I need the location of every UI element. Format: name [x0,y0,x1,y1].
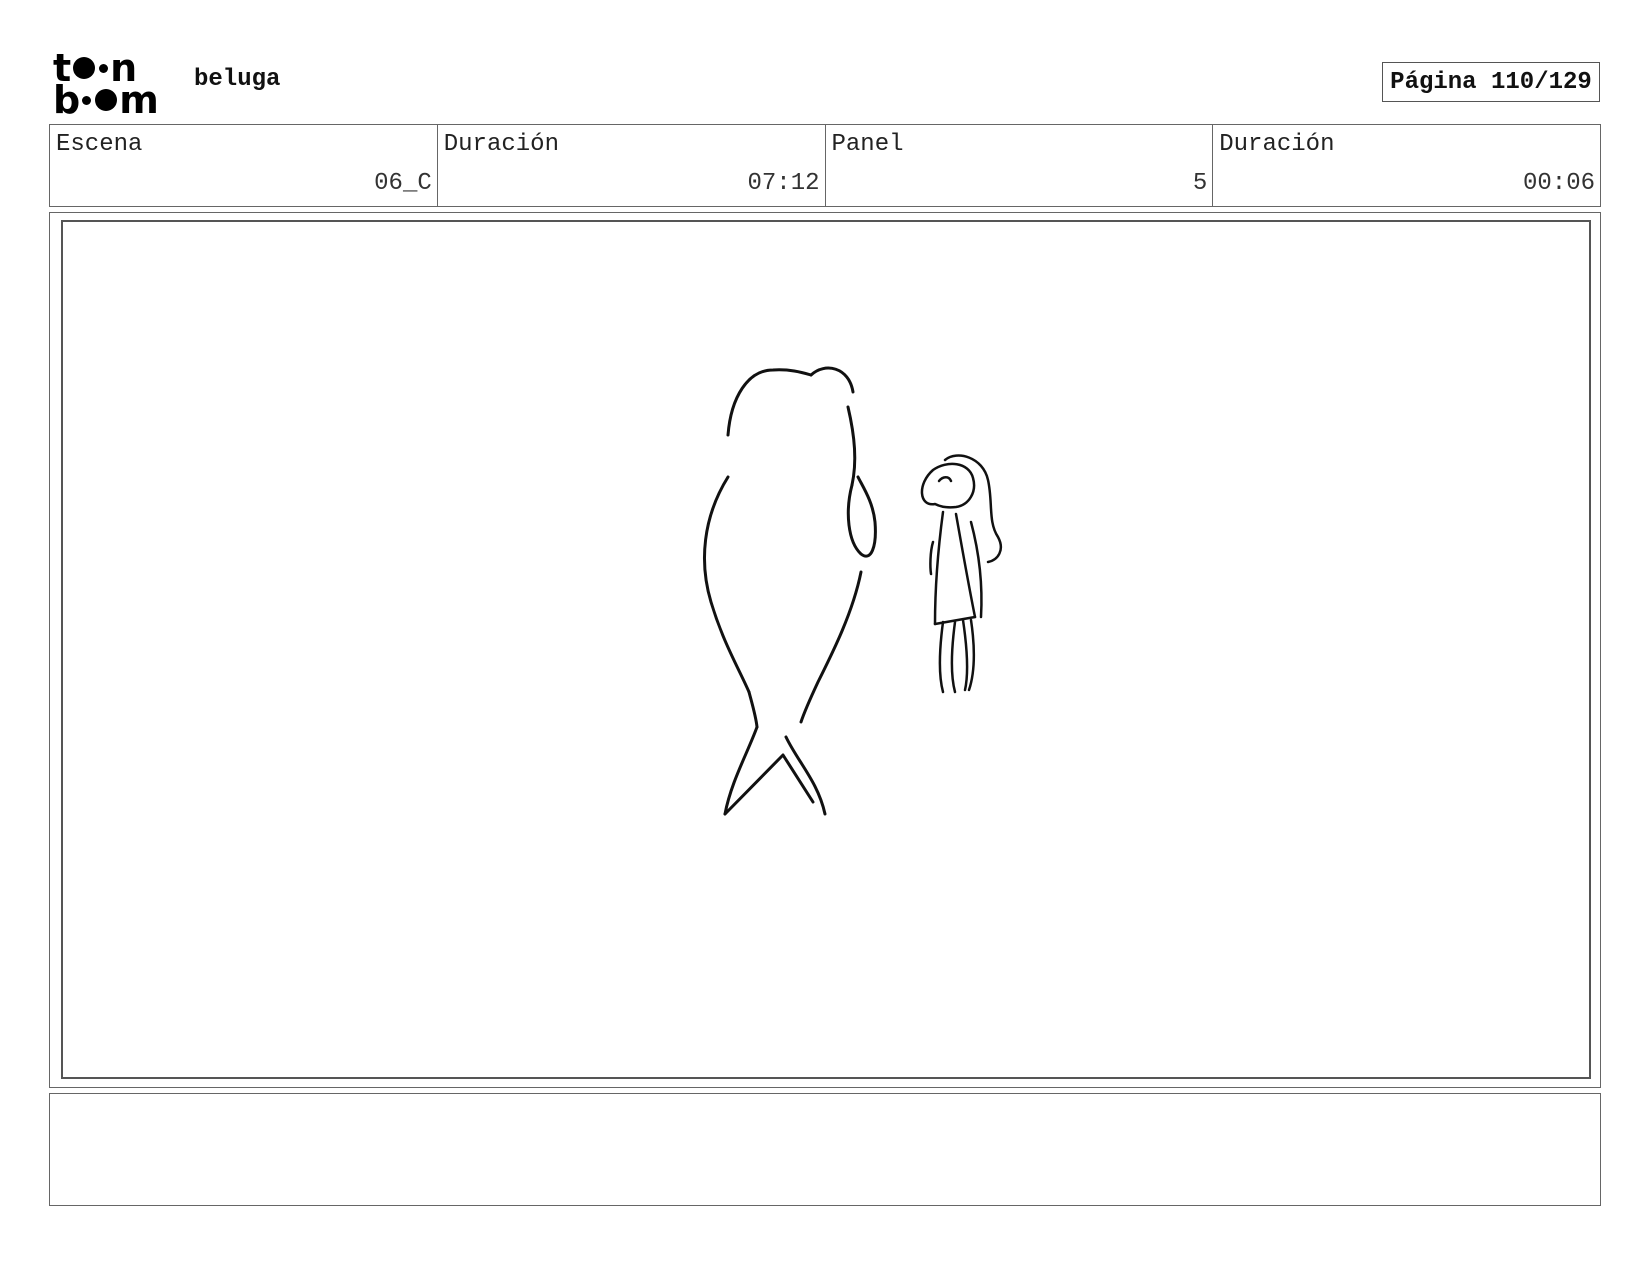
panel-notes [49,1093,1601,1206]
panel-duration-cell: Duración 00:06 [1213,125,1600,206]
scene-duration-label: Duración [443,131,559,158]
girl-sketch [920,454,1003,694]
panel-duration-value: 00:06 [1522,170,1595,197]
panel-value: 5 [1192,170,1208,197]
logo-dot-large [95,89,118,111]
panel-label: Panel [831,131,904,158]
scene-duration-cell: Duración 07:12 [438,125,826,206]
panel-duration-label: Duración [1219,131,1335,158]
logo-letter-b: b [53,78,81,122]
panel-cell: Panel 5 [826,125,1214,206]
panel-sketch [703,366,1003,816]
page-number: Página 110/129 [1382,62,1600,102]
logo-dot-large [73,57,96,79]
logo-letter-m: m [119,78,159,122]
scene-label: Escena [56,131,143,158]
scene-value: 06_C [374,170,432,197]
logo-dot-small [99,63,109,73]
beluga-whale-sketch [703,366,877,816]
scene-cell: Escena 06_C [50,125,438,206]
toon-boom-logo: t n b m [53,49,171,122]
scene-duration-value: 07:12 [747,170,820,197]
storyboard-panel-image [61,220,1591,1079]
scene-info-table: Escena 06_C Duración 07:12 Panel 5 Durac… [49,124,1601,207]
logo-dot-small [82,95,92,105]
project-title: beluga [194,66,281,93]
